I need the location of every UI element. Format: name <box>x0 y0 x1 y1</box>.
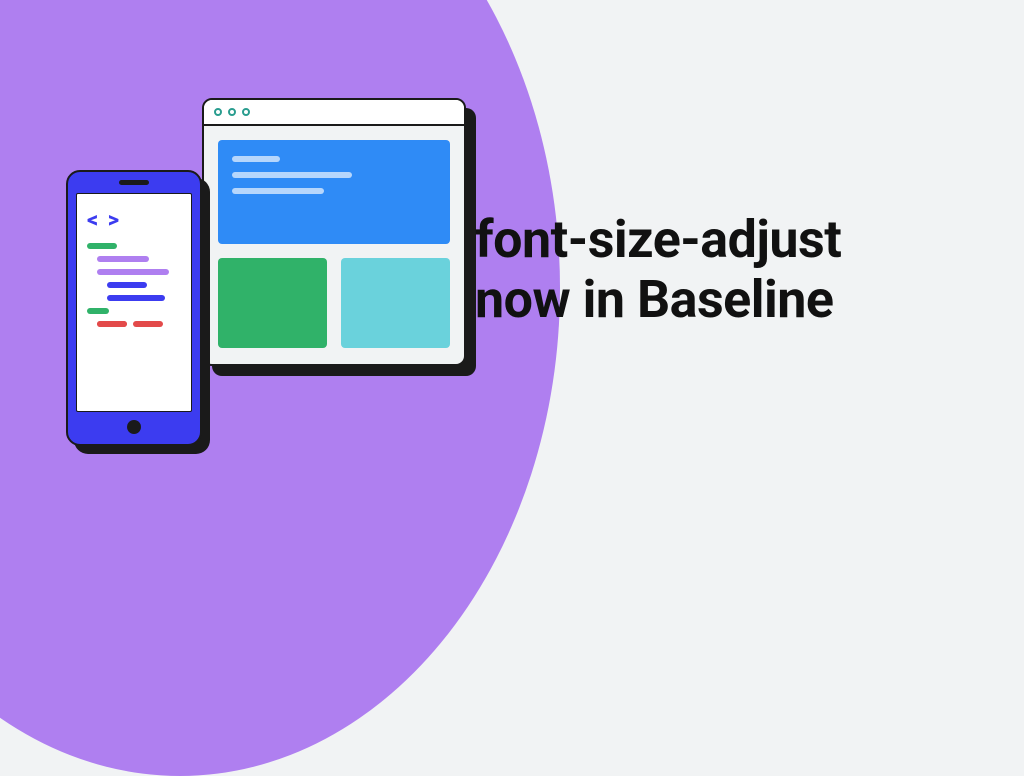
card-cyan <box>341 258 450 348</box>
code-line <box>97 256 149 262</box>
code-brackets-icon: < > <box>87 208 181 233</box>
placeholder-line <box>232 188 324 194</box>
hero-illustration: < > <box>50 90 450 490</box>
code-line <box>87 243 117 249</box>
code-line <box>97 269 169 275</box>
browser-hero-block <box>218 140 450 244</box>
browser-window <box>202 98 466 366</box>
phone-screen: < > <box>76 193 192 412</box>
phone-home-button-icon <box>127 420 141 434</box>
browser-cards-row <box>218 258 450 348</box>
browser-body <box>204 126 464 362</box>
code-line <box>87 308 109 314</box>
code-line <box>133 321 163 327</box>
placeholder-line <box>232 156 280 162</box>
phone-speaker <box>119 180 149 185</box>
code-line <box>107 282 147 288</box>
phone-device: < > <box>66 170 202 446</box>
code-line <box>97 321 127 327</box>
card-green <box>218 258 327 348</box>
headline: font-size-adjust now in Baseline <box>475 210 841 330</box>
placeholder-line <box>232 172 352 178</box>
headline-line-2: now in Baseline <box>475 270 841 330</box>
headline-line-1: font-size-adjust <box>475 210 841 270</box>
window-dot-icon <box>228 108 236 116</box>
browser-titlebar <box>204 100 464 126</box>
code-line <box>107 295 165 301</box>
window-dot-icon <box>214 108 222 116</box>
code-lines <box>87 243 181 327</box>
window-dot-icon <box>242 108 250 116</box>
